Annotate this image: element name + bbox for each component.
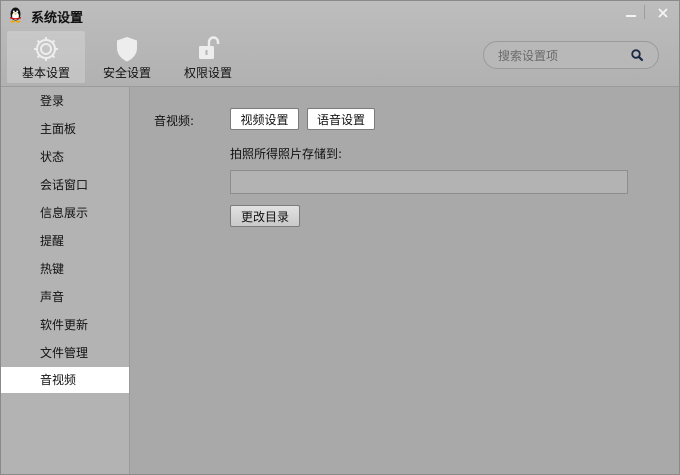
sidebar-item-software-update[interactable]: 软件更新 <box>1 312 129 338</box>
audio-video-section-label: 音视频: <box>154 114 195 128</box>
search-input[interactable] <box>496 46 630 66</box>
sidebar-item-info-display[interactable]: 信息展示 <box>1 200 129 226</box>
tab-basic-settings-label: 基本设置 <box>21 66 70 80</box>
sidebar-item-audio-video[interactable]: 音视频 <box>1 367 129 393</box>
change-directory-button[interactable]: 更改目录 <box>230 205 300 227</box>
window-title: 系统设置 <box>31 11 84 26</box>
sidebar-item-status[interactable]: 状态 <box>1 144 129 170</box>
sidebar-item-sound[interactable]: 声音 <box>1 284 129 310</box>
photo-path-input[interactable] <box>230 170 628 194</box>
qq-penguin-icon <box>10 7 21 23</box>
sidebar-item-chat-window[interactable]: 会话窗口 <box>1 172 129 198</box>
sidebar-item-reminders[interactable]: 提醒 <box>1 228 129 254</box>
close-button[interactable] <box>649 1 677 25</box>
search-icon[interactable] <box>630 48 644 62</box>
tab-permission-settings-label: 权限设置 <box>183 66 232 80</box>
photo-storage-label: 拍照所得照片存储到: <box>230 147 343 161</box>
shield-icon <box>117 37 137 62</box>
tab-security-settings[interactable]: 安全设置 <box>88 31 166 83</box>
window-button-divider <box>644 5 645 19</box>
sidebar-item-file-management[interactable]: 文件管理 <box>1 340 129 366</box>
tab-permission-settings[interactable]: 权限设置 <box>169 31 247 83</box>
settings-window: 系统设置 基本设置 安全设置 权限设置 搜索设置项 登录 主面板 状态 会话窗口… <box>0 0 680 475</box>
gear-icon <box>34 37 58 61</box>
settings-content: 音视频: 视频设置 语音设置 拍照所得照片存储到: 更改目录 <box>130 87 679 474</box>
close-icon <box>658 8 668 18</box>
search-box <box>483 41 659 69</box>
unlock-icon <box>199 36 220 59</box>
voice-settings-button[interactable]: 语音设置 <box>307 108 375 130</box>
window-header: 系统设置 基本设置 安全设置 权限设置 搜索设置项 <box>1 1 679 87</box>
sidebar-item-login[interactable]: 登录 <box>1 88 129 114</box>
video-settings-button[interactable]: 视频设置 <box>230 108 299 130</box>
sidebar-item-main-panel[interactable]: 主面板 <box>1 116 129 142</box>
title-bar[interactable]: 系统设置 <box>1 1 679 29</box>
tab-basic-settings[interactable]: 基本设置 <box>7 31 85 83</box>
sidebar-item-hotkeys[interactable]: 热键 <box>1 256 129 282</box>
tab-security-settings-label: 安全设置 <box>102 66 151 80</box>
settings-sidebar: 登录 主面板 状态 会话窗口 信息展示 提醒 热键 声音 软件更新 文件管理 音… <box>1 87 130 474</box>
minimize-button[interactable] <box>617 1 645 25</box>
minimize-icon <box>626 15 636 17</box>
